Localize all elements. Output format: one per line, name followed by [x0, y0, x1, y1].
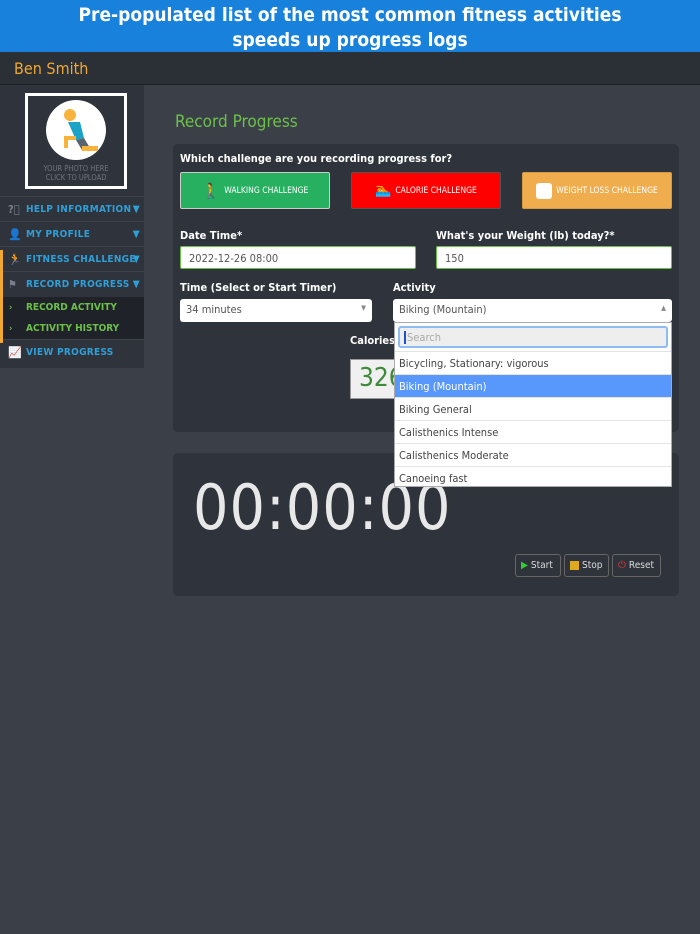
sidebar-subitem-label: ACTIVITY HISTORY [26, 323, 120, 334]
active-accent-bar [0, 250, 3, 343]
sidebar-subitem-activity-history[interactable]: › ACTIVITY HISTORY [3, 318, 144, 339]
photo-caption-1: YOUR PHOTO HERE [43, 164, 109, 173]
chevron-right-icon: › [9, 323, 13, 334]
sidebar-item-record-progress[interactable]: ⚑ RECORD PROGRESS ▼ [0, 271, 144, 296]
walking-icon: 🚶 [201, 181, 221, 200]
sidebar-subitem-label: RECORD ACTIVITY [26, 302, 117, 313]
calories-value: 326 [350, 359, 400, 399]
time-value: 34 minutes [186, 303, 242, 316]
weight-loss-challenge-button[interactable]: WEIGHT LOSS CHALLENGE [522, 172, 672, 209]
time-select[interactable]: 34 minutes ▼ [180, 299, 372, 322]
activity-option[interactable]: Bicycling, Stationary: vigorous [395, 351, 671, 374]
weight-input[interactable]: 150 [436, 246, 672, 269]
chevron-down-icon: ▼ [132, 203, 140, 215]
activity-option[interactable]: Canoeing fast [395, 466, 671, 489]
photo-upload[interactable]: YOUR PHOTO HERE CLICK TO UPLOAD [25, 93, 127, 189]
sidebar-item-view-progress[interactable]: 📈 VIEW PROGRESS [0, 339, 144, 364]
date-time-label: Date Time* [180, 229, 243, 242]
challenge-question: Which challenge are you recording progre… [180, 152, 453, 165]
lunge-figure-icon [64, 109, 98, 151]
button-label: Reset [628, 560, 655, 571]
sidebar-item-label: VIEW PROGRESS [26, 346, 114, 358]
activity-option-selected[interactable]: Biking (Mountain) [395, 374, 671, 397]
line-chart-icon: 📈 [8, 345, 22, 359]
avatar [46, 100, 106, 160]
swimmer-icon: 🏊 [375, 183, 392, 198]
calories-label: Calories [350, 334, 396, 347]
caret-down-icon: ▼ [361, 304, 366, 312]
user-name[interactable]: Ben Smith [14, 59, 88, 78]
stop-icon [570, 561, 579, 570]
sidebar: YOUR PHOTO HERE CLICK TO UPLOAD ?⃝ HELP IN… [0, 85, 144, 368]
sidebar-item-help[interactable]: ?⃝ HELP INFORMATION ▼ [0, 196, 144, 221]
search-placeholder: Search [404, 331, 441, 344]
walking-challenge-button[interactable]: 🚶 WALKING CHALLENGE [180, 172, 330, 209]
caret-up-icon: ▲ [661, 304, 666, 312]
sidebar-item-label: HELP INFORMATION [26, 203, 132, 215]
calorie-challenge-button[interactable]: 🏊 CALORIE CHALLENGE [351, 172, 501, 209]
page-title: Record Progress [175, 112, 298, 132]
banner-line-2: speeds up progress logs [232, 29, 468, 51]
date-time-input[interactable]: 2022-12-26 08:00 [180, 246, 416, 269]
weight-label: What's your Weight (lb) today?* [436, 229, 615, 242]
play-icon: ▶ [521, 560, 528, 571]
sidebar-item-label: MY PROFILE [26, 228, 91, 240]
activity-select[interactable]: Biking (Mountain) ▲ [393, 299, 672, 322]
banner-line-1: Pre-populated list of the most common fi… [78, 4, 622, 26]
promo-banner: Pre-populated list of the most common fi… [0, 0, 700, 52]
chevron-down-icon: ▼ [132, 253, 140, 265]
sidebar-subitem-record-activity[interactable]: › RECORD ACTIVITY [3, 297, 144, 318]
sidebar-item-profile[interactable]: 👤 MY PROFILE ▼ [0, 221, 144, 246]
question-circle-icon: ?⃝ [8, 202, 20, 216]
activity-option[interactable]: Biking General [395, 397, 671, 420]
sidebar-item-label: FITNESS CHALLENGE [26, 253, 136, 265]
sidebar-item-label: RECORD PROGRESS [26, 278, 130, 290]
activity-dropdown: Search Bicycling, Stationary: vigorous B… [394, 322, 672, 487]
button-label: WALKING CHALLENGE [224, 185, 309, 196]
photo-caption-2: CLICK TO UPLOAD [45, 173, 107, 182]
button-label: Start [530, 560, 553, 571]
button-label: CALORIE CHALLENGE [395, 185, 477, 196]
time-label: Time (Select or Start Timer) [180, 281, 337, 294]
start-button[interactable]: ▶ Start [515, 554, 561, 577]
activity-option[interactable]: Calisthenics Intense [395, 420, 671, 443]
button-label: Stop [582, 560, 603, 571]
chevron-right-icon: › [9, 302, 13, 313]
stop-button[interactable]: Stop [564, 554, 609, 577]
scale-icon [536, 182, 553, 199]
presentation-icon: ⚑ [8, 277, 18, 291]
top-bar: Ben Smith [0, 52, 700, 85]
activity-value: Biking (Mountain) [399, 303, 487, 316]
sidebar-item-fitness-challenge[interactable]: 🏃 FITNESS CHALLENGE ▼ [0, 246, 144, 271]
activity-option[interactable]: Calisthenics Moderate [395, 443, 671, 466]
power-icon: ⏻ [618, 560, 626, 571]
reset-button[interactable]: ⏻ Reset [612, 554, 661, 577]
activity-label: Activity [393, 281, 436, 294]
chevron-down-icon: ▼ [132, 278, 140, 290]
activity-search-input[interactable]: Search [398, 326, 668, 348]
running-icon: 🏃 [8, 252, 22, 266]
user-icon: 👤 [8, 227, 22, 241]
chevron-down-icon: ▼ [132, 228, 140, 240]
button-label: WEIGHT LOSS CHALLENGE [556, 185, 658, 196]
